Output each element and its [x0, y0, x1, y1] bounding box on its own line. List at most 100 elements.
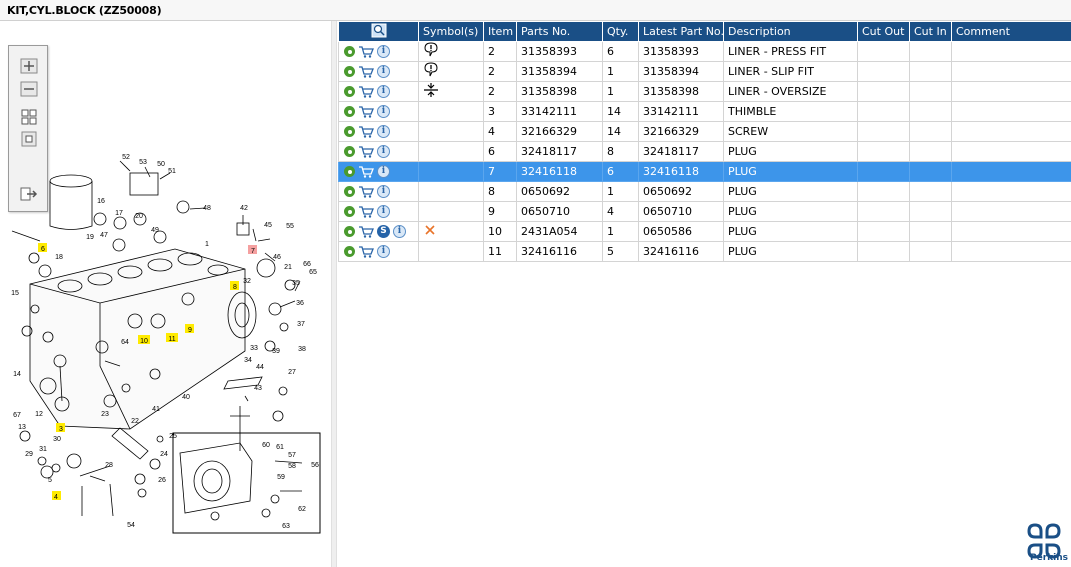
cut-in-cell — [909, 201, 952, 222]
gear-icon[interactable] — [344, 246, 355, 258]
cart-icon[interactable] — [358, 226, 374, 238]
item-cell: 7 — [483, 161, 517, 182]
info-icon[interactable]: i — [377, 105, 390, 119]
table-row[interactable]: i 2 31358398 1 31358398 LINER - OVERSIZE — [338, 81, 1071, 102]
comment-cell — [951, 161, 1071, 182]
column-header-qty[interactable]: Qty. — [602, 21, 639, 42]
info-icon[interactable]: i — [377, 65, 390, 79]
info-icon[interactable]: i — [377, 165, 390, 179]
superseded-cross-icon[interactable] — [423, 223, 437, 237]
table-row[interactable]: i 4 32166329 14 32166329 SCREW — [338, 121, 1071, 142]
svg-text:61: 61 — [276, 444, 284, 451]
gear-icon[interactable] — [344, 46, 355, 58]
svg-text:45: 45 — [264, 222, 272, 229]
symbol-cell — [418, 81, 484, 102]
table-row[interactable]: i 2 31358394 1 31358394 LINER - SLIP FIT — [338, 61, 1071, 82]
cart-icon[interactable] — [358, 166, 374, 178]
fit-to-window-button[interactable] — [18, 107, 38, 125]
latest-part-no-cell: 0650586 — [638, 221, 724, 242]
column-header-cut-in[interactable]: Cut In — [909, 21, 952, 42]
window-title: KIT,CYL.BLOCK (ZZ50008) — [7, 4, 162, 17]
note-bubble-icon[interactable] — [423, 62, 439, 78]
cart-icon[interactable] — [358, 246, 374, 258]
info-icon[interactable]: i — [377, 145, 390, 159]
actual-size-button[interactable] — [18, 129, 38, 147]
column-header-description[interactable]: Description — [723, 21, 858, 42]
oversize-icon[interactable] — [423, 82, 439, 98]
gear-icon[interactable] — [344, 106, 355, 118]
cart-icon[interactable] — [358, 126, 374, 138]
cart-icon[interactable] — [358, 146, 374, 158]
parts-no-cell: 2431A054 — [516, 221, 603, 242]
column-header-actions[interactable] — [338, 21, 419, 42]
gear-icon[interactable] — [344, 126, 355, 138]
svg-text:63: 63 — [282, 523, 290, 530]
row-actions-cell: i — [338, 141, 419, 162]
cart-icon[interactable] — [358, 106, 374, 118]
column-header-cut-out[interactable]: Cut Out — [857, 21, 910, 42]
table-row[interactable]: i 8 0650692 1 0650692 PLUG — [338, 181, 1071, 202]
column-header-symbols[interactable]: Symbol(s) — [418, 21, 484, 42]
parts-table: Symbol(s) Item Parts No. Qty. Latest Par… — [338, 21, 1071, 262]
svg-text:67: 67 — [13, 412, 21, 419]
table-row[interactable]: i 7 32416118 6 32416118 PLUG — [338, 161, 1071, 182]
latest-part-no-cell: 32166329 — [638, 121, 724, 142]
svg-text:35: 35 — [292, 280, 300, 287]
table-row[interactable]: Si 10 2431A054 1 0650586 PLUG — [338, 221, 1071, 242]
gear-icon[interactable] — [344, 166, 355, 178]
info-icon[interactable]: i — [377, 185, 390, 199]
info-icon[interactable]: i — [377, 45, 390, 59]
cart-icon[interactable] — [358, 186, 374, 198]
svg-text:65: 65 — [309, 269, 317, 276]
note-bubble-icon[interactable] — [423, 42, 439, 58]
info-icon[interactable]: i — [377, 205, 390, 219]
exploded-diagram-pane[interactable]: 2634 891011 7 1121314 15161718 19202122 … — [0, 21, 331, 567]
info-icon[interactable]: i — [377, 245, 390, 259]
cart-icon[interactable] — [358, 46, 374, 58]
title-bar: KIT,CYL.BLOCK (ZZ50008) — [0, 0, 1071, 21]
cut-in-cell — [909, 181, 952, 202]
latest-part-no-cell: 32416118 — [638, 161, 724, 182]
info-icon[interactable]: i — [377, 85, 390, 99]
svg-text:12: 12 — [35, 411, 43, 418]
latest-part-no-cell: 32416116 — [638, 241, 724, 262]
svg-text:33: 33 — [250, 345, 258, 352]
table-row[interactable]: i 9 0650710 4 0650710 PLUG — [338, 201, 1071, 222]
column-header-item[interactable]: Item — [483, 21, 517, 42]
gear-icon[interactable] — [344, 226, 355, 238]
qty-cell: 14 — [602, 121, 639, 142]
svg-text:4: 4 — [54, 494, 58, 501]
row-actions-cell: i — [338, 81, 419, 102]
svg-text:41: 41 — [152, 406, 160, 413]
item-cell: 2 — [483, 81, 517, 102]
zoom-out-button[interactable] — [18, 79, 38, 97]
table-row[interactable]: i 2 31358393 6 31358393 LINER - PRESS FIT — [338, 41, 1071, 62]
table-row[interactable]: i 6 32418117 8 32418117 PLUG — [338, 141, 1071, 162]
column-header-comment[interactable]: Comment — [951, 21, 1071, 42]
export-button[interactable] — [18, 184, 38, 202]
symbol-cell — [418, 61, 484, 82]
cut-out-cell — [857, 221, 910, 242]
column-header-parts-no[interactable]: Parts No. — [516, 21, 603, 42]
gear-icon[interactable] — [344, 146, 355, 158]
info-icon[interactable]: i — [377, 125, 390, 139]
gear-icon[interactable] — [344, 66, 355, 78]
gear-icon[interactable] — [344, 186, 355, 198]
table-row[interactable]: i 3 33142111 14 33142111 THIMBLE — [338, 101, 1071, 122]
cart-icon[interactable] — [358, 86, 374, 98]
service-badge-icon[interactable]: S — [377, 225, 390, 239]
latest-part-no-cell: 0650710 — [638, 201, 724, 222]
gear-icon[interactable] — [344, 206, 355, 218]
cart-icon[interactable] — [358, 206, 374, 218]
engine-block-diagram[interactable]: 2634 891011 7 1121314 15161718 19202122 … — [0, 21, 331, 567]
qty-cell: 8 — [602, 141, 639, 162]
info-icon[interactable]: i — [393, 225, 406, 239]
cart-icon[interactable] — [358, 66, 374, 78]
pane-splitter[interactable] — [331, 21, 337, 567]
column-header-latest-part-no[interactable]: Latest Part No. — [638, 21, 724, 42]
gear-icon[interactable] — [344, 86, 355, 98]
zoom-in-button[interactable] — [18, 56, 38, 74]
comment-cell — [951, 141, 1071, 162]
table-row[interactable]: i 11 32416116 5 32416116 PLUG — [338, 241, 1071, 262]
qty-cell: 1 — [602, 221, 639, 242]
